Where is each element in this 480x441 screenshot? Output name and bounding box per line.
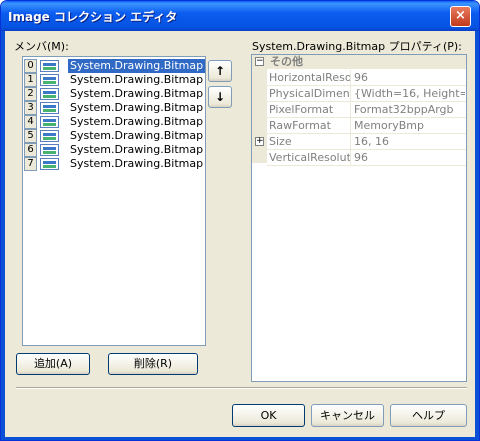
property-grid[interactable]: − その他 HorizontalResol 96 PhysicalDimens … [251, 54, 467, 382]
member-index: 6 [24, 143, 37, 157]
add-button[interactable]: 追加(A) [16, 353, 90, 375]
member-text: System.Drawing.Bitmap [68, 59, 206, 73]
move-up-button[interactable]: ↑ [208, 60, 232, 82]
bitmap-thumbnail-icon [40, 116, 59, 128]
bitmap-thumbnail-icon [40, 74, 59, 86]
arrow-down-icon: ↓ [214, 90, 226, 104]
property-name: PixelFormat [267, 102, 351, 117]
window-title: Image コレクション エディタ [8, 10, 178, 24]
category-row[interactable]: − その他 [252, 55, 466, 69]
property-value[interactable]: {Width=16, Height=16} [352, 86, 465, 101]
member-item[interactable]: 5 System.Drawing.Bitmap [24, 129, 204, 143]
bitmap-thumbnail-icon [40, 144, 59, 156]
property-name: PhysicalDimens [269, 86, 351, 101]
property-value[interactable]: 96 [352, 150, 465, 165]
member-item[interactable]: 6 System.Drawing.Bitmap [24, 143, 204, 157]
help-button[interactable]: ヘルプ [390, 404, 467, 427]
collapse-icon[interactable]: − [255, 57, 264, 66]
property-row[interactable]: VerticalResolut 96 [267, 150, 466, 166]
property-name: RawFormat [267, 118, 351, 133]
property-value[interactable]: 16, 16 [352, 134, 465, 149]
member-index: 7 [24, 157, 37, 171]
member-item[interactable]: 4 System.Drawing.Bitmap [24, 115, 204, 129]
property-row[interactable]: Size 16, 16 [267, 134, 466, 150]
close-button[interactable]: × [450, 6, 471, 27]
ok-button[interactable]: OK [232, 404, 305, 427]
bitmap-thumbnail-icon [40, 130, 59, 142]
property-row[interactable]: RawFormat MemoryBmp [267, 118, 466, 134]
bitmap-thumbnail-icon [40, 158, 59, 170]
member-index: 2 [24, 87, 37, 101]
properties-label: System.Drawing.Bitmap プロパティ(P): [252, 40, 462, 53]
category-label: その他 [270, 55, 303, 68]
member-text: System.Drawing.Bitmap [70, 129, 204, 142]
property-name: HorizontalResol [269, 70, 351, 85]
window-frame-right [475, 31, 479, 440]
bitmap-thumbnail-icon [40, 60, 59, 72]
title-bar[interactable]: Image コレクション エディタ × [1, 1, 479, 31]
arrow-up-icon: ↑ [214, 64, 226, 78]
member-index: 3 [24, 101, 37, 115]
member-index: 1 [24, 73, 37, 87]
move-down-button[interactable]: ↓ [208, 86, 232, 108]
member-text: System.Drawing.Bitmap [70, 157, 204, 170]
member-item[interactable]: 2 System.Drawing.Bitmap [24, 87, 204, 101]
expand-icon[interactable]: + [255, 137, 264, 146]
property-grid-margin [252, 55, 267, 163]
property-value[interactable]: Format32bppArgb [352, 102, 465, 117]
property-value[interactable]: 96 [352, 70, 465, 85]
member-item[interactable]: 0 System.Drawing.Bitmap [24, 59, 206, 73]
window-frame-left [1, 31, 5, 440]
member-text: System.Drawing.Bitmap [70, 143, 204, 156]
cancel-button[interactable]: キャンセル [311, 404, 384, 427]
property-name: Size [267, 134, 351, 149]
member-item[interactable]: 1 System.Drawing.Bitmap [24, 73, 204, 87]
member-index: 4 [24, 115, 37, 129]
property-row[interactable]: HorizontalResol 96 [267, 70, 466, 86]
member-item[interactable]: 3 System.Drawing.Bitmap [24, 101, 204, 115]
members-label: メンバ(M): [14, 40, 69, 53]
member-text: System.Drawing.Bitmap [70, 87, 204, 100]
property-row[interactable]: PixelFormat Format32bppArgb [267, 102, 466, 118]
member-text: System.Drawing.Bitmap [70, 115, 204, 128]
member-text: System.Drawing.Bitmap [70, 73, 204, 86]
bitmap-thumbnail-icon [40, 102, 59, 114]
property-name: VerticalResolut [269, 150, 351, 165]
members-list[interactable]: 0 System.Drawing.Bitmap 1 System.Drawing… [22, 56, 206, 346]
property-value[interactable]: MemoryBmp [352, 118, 465, 133]
member-item[interactable]: 7 System.Drawing.Bitmap [24, 157, 204, 171]
member-text: System.Drawing.Bitmap [70, 101, 204, 114]
member-index: 5 [24, 129, 37, 143]
bitmap-thumbnail-icon [40, 88, 59, 100]
property-row[interactable]: PhysicalDimens {Width=16, Height=16} [267, 86, 466, 102]
footer-separator [16, 387, 467, 389]
member-index: 0 [24, 59, 37, 73]
image-collection-editor-window: Image コレクション エディタ × メンバ(M): 0 System.Dra… [0, 0, 480, 441]
remove-button[interactable]: 削除(R) [108, 353, 198, 375]
window-frame-bottom [1, 437, 479, 440]
